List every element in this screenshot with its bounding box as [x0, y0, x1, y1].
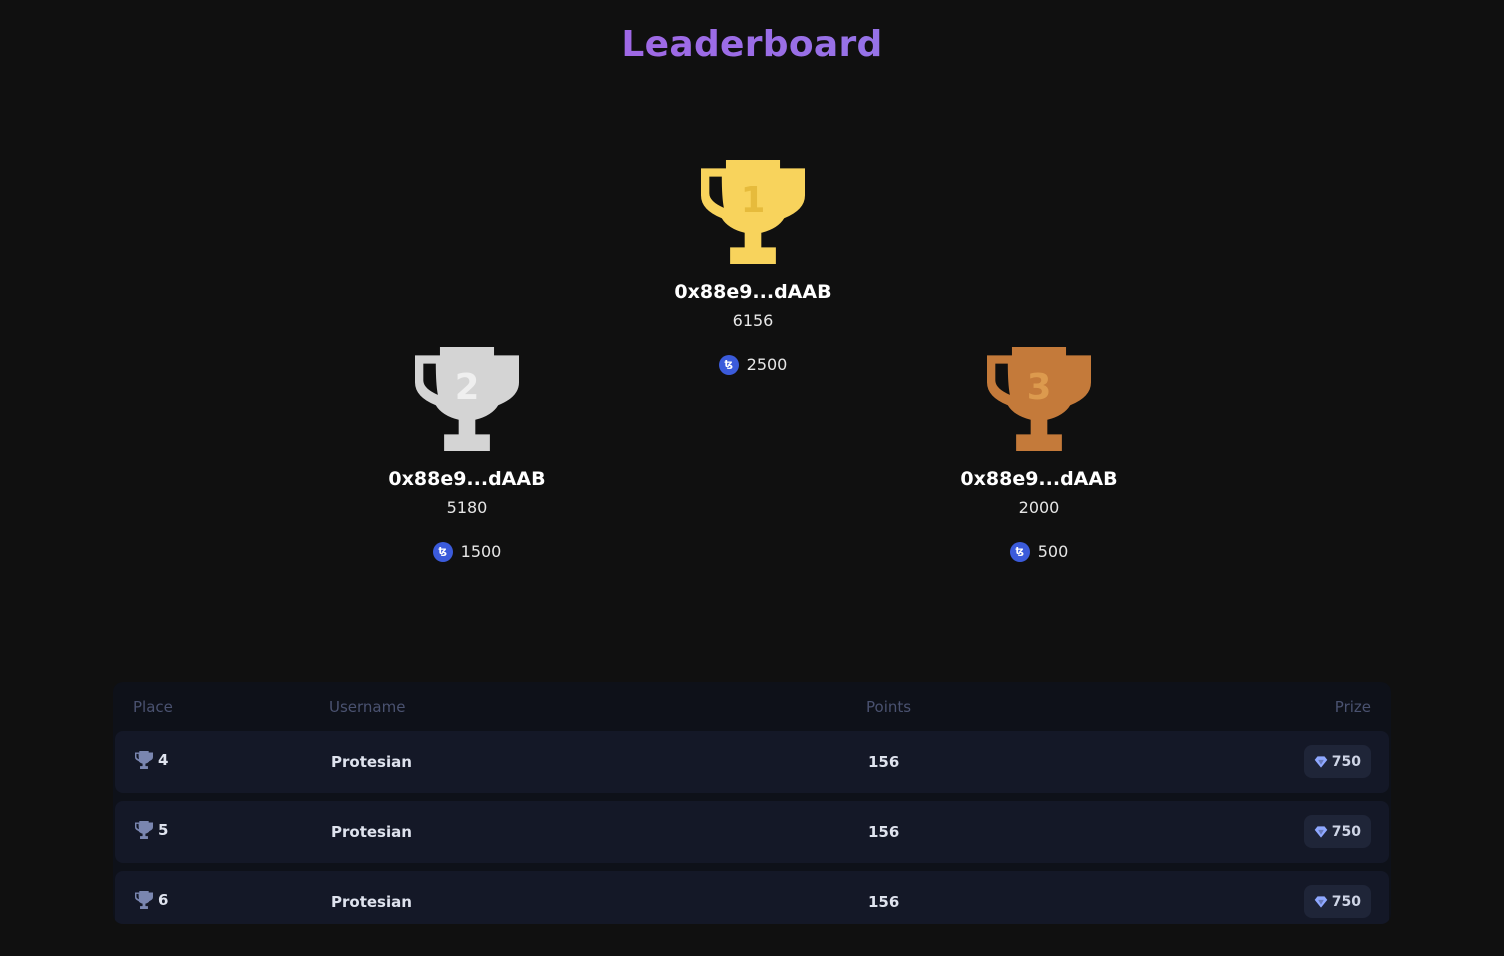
header-username: Username — [329, 698, 406, 716]
podium-first-name: 0x88e9...dAAB — [674, 281, 832, 303]
svg-text:1: 1 — [741, 180, 766, 221]
ctez-coin-icon: ꜩ — [432, 542, 453, 562]
trophy-icon — [135, 751, 153, 769]
svg-text:2: 2 — [455, 367, 480, 408]
svg-text:3: 3 — [1027, 367, 1052, 408]
username-cell: Protesian — [331, 893, 412, 911]
podium-third-points: 2000 — [1018, 498, 1060, 517]
silver-trophy-icon: 2 — [415, 347, 519, 451]
podium-third: 3 0x88e9...dAAB 2000 ꜩ 500 — [919, 347, 1159, 562]
prize-chip: 750 — [1303, 745, 1371, 778]
podium-third-prize: ꜩ 500 — [919, 542, 1159, 562]
place-cell: 5 — [135, 821, 168, 839]
podium-second-name: 0x88e9...dAAB — [388, 468, 546, 490]
podium-first: 1 0x88e9...dAAB 6156 ꜩ 2500 — [633, 160, 873, 375]
prize-value: 750 — [1331, 753, 1361, 770]
trophy-icon — [135, 821, 153, 839]
leaderboard-page: Leaderboard 1 0x88e9...dAAB 6156 ꜩ 2500 … — [0, 0, 1504, 956]
ctez-coin-icon: ꜩ — [718, 355, 739, 375]
podium-third-name: 0x88e9...dAAB — [960, 468, 1118, 490]
prize-value: 750 — [1331, 823, 1361, 840]
username-cell: Protesian — [331, 753, 412, 771]
place-value: 6 — [158, 891, 169, 909]
podium-first-prize-value: 2500 — [746, 355, 788, 374]
prize-chip: 750 — [1303, 815, 1371, 848]
place-cell: 4 — [135, 751, 168, 769]
podium-first-prize: ꜩ 2500 — [633, 355, 873, 375]
username-cell: Protesian — [331, 823, 412, 841]
trophy-icon — [135, 891, 153, 909]
table-header: Place Username Points Prize — [113, 682, 1391, 730]
points-cell: 156 — [868, 753, 900, 771]
ctez-coin-icon: ꜩ — [1009, 542, 1030, 562]
page-title: Leaderboard — [0, 24, 1504, 65]
table-row[interactable]: 5 Protesian 156 750 — [115, 801, 1389, 863]
diamond-icon — [1314, 825, 1328, 838]
place-value: 4 — [158, 751, 169, 769]
table-row[interactable]: 4 Protesian 156 750 — [115, 731, 1389, 793]
table-row[interactable]: 6 Protesian 156 750 — [115, 871, 1389, 924]
diamond-icon — [1314, 895, 1328, 908]
leaderboard-table: Place Username Points Prize 4 Protesian … — [113, 682, 1391, 924]
points-cell: 156 — [868, 823, 900, 841]
diamond-icon — [1314, 755, 1328, 768]
podium-second-prize: ꜩ 1500 — [347, 542, 587, 562]
bronze-trophy-icon: 3 — [987, 347, 1091, 451]
place-cell: 6 — [135, 891, 168, 909]
prize-value: 750 — [1331, 893, 1361, 910]
podium-second-prize-value: 1500 — [460, 542, 502, 561]
podium-second: 2 0x88e9...dAAB 5180 ꜩ 1500 — [347, 347, 587, 562]
podium-first-points: 6156 — [732, 311, 774, 330]
points-cell: 156 — [868, 893, 900, 911]
header-place: Place — [133, 698, 173, 716]
header-prize: Prize — [1334, 698, 1371, 716]
place-value: 5 — [158, 821, 169, 839]
prize-chip: 750 — [1303, 885, 1371, 918]
podium-second-points: 5180 — [446, 498, 488, 517]
gold-trophy-icon: 1 — [701, 160, 805, 264]
header-points: Points — [866, 698, 912, 716]
podium-third-prize-value: 500 — [1037, 542, 1069, 561]
